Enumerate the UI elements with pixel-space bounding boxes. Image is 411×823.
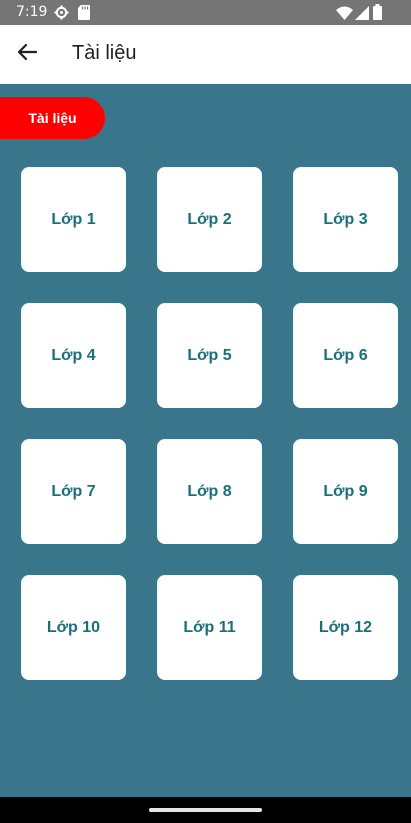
grade-card-6[interactable]: Lớp 6 bbox=[293, 303, 398, 408]
main-content: Tài liệu Lớp 1 Lớp 2 Lớp 3 Lớp 4 Lớp 5 L… bbox=[0, 84, 411, 797]
grade-label: Lớp 12 bbox=[318, 618, 373, 636]
grade-label: Lớp 10 bbox=[46, 618, 101, 636]
grade-label: Lớp 6 bbox=[323, 346, 368, 364]
home-gesture-handle[interactable] bbox=[149, 808, 262, 812]
status-time: 7:19 bbox=[16, 4, 48, 20]
section-label: Tài liệu bbox=[28, 110, 77, 126]
grade-label: Lớp 7 bbox=[51, 482, 96, 500]
grade-card-7[interactable]: Lớp 7 bbox=[21, 439, 126, 544]
settings-icon bbox=[54, 5, 69, 24]
grade-grid: Lớp 1 Lớp 2 Lớp 3 Lớp 4 Lớp 5 Lớp 6 Lớp … bbox=[21, 167, 398, 680]
grade-card-5[interactable]: Lớp 5 bbox=[157, 303, 262, 408]
page-title: Tài liệu bbox=[72, 42, 137, 64]
status-bar: 7:19 bbox=[0, 0, 411, 25]
grade-label: Lớp 5 bbox=[187, 346, 232, 364]
grade-card-9[interactable]: Lớp 9 bbox=[293, 439, 398, 544]
grade-label: Lớp 8 bbox=[187, 482, 232, 500]
grade-card-1[interactable]: Lớp 1 bbox=[21, 167, 126, 272]
grade-card-12[interactable]: Lớp 12 bbox=[293, 575, 398, 680]
arrow-back-icon bbox=[17, 42, 38, 67]
sd-card-icon bbox=[78, 5, 90, 24]
wifi-icon bbox=[336, 5, 353, 24]
grade-card-3[interactable]: Lớp 3 bbox=[293, 167, 398, 272]
grade-label: Lớp 9 bbox=[323, 482, 368, 500]
grade-label: Lớp 3 bbox=[323, 210, 368, 228]
signal-icon bbox=[355, 5, 369, 24]
grade-card-11[interactable]: Lớp 11 bbox=[157, 575, 262, 680]
system-nav-bar bbox=[0, 797, 411, 823]
grade-card-8[interactable]: Lớp 8 bbox=[157, 439, 262, 544]
back-button[interactable] bbox=[10, 37, 44, 71]
grade-label: Lớp 4 bbox=[51, 346, 96, 364]
grade-label: Lớp 11 bbox=[183, 618, 236, 636]
grade-label: Lớp 2 bbox=[187, 210, 232, 228]
grade-label: Lớp 1 bbox=[51, 210, 96, 228]
battery-icon bbox=[373, 4, 382, 24]
app-bar: Tài liệu bbox=[0, 25, 411, 84]
grade-card-10[interactable]: Lớp 10 bbox=[21, 575, 126, 680]
grade-card-4[interactable]: Lớp 4 bbox=[21, 303, 126, 408]
section-label-pill: Tài liệu bbox=[0, 97, 105, 139]
grade-card-2[interactable]: Lớp 2 bbox=[157, 167, 262, 272]
